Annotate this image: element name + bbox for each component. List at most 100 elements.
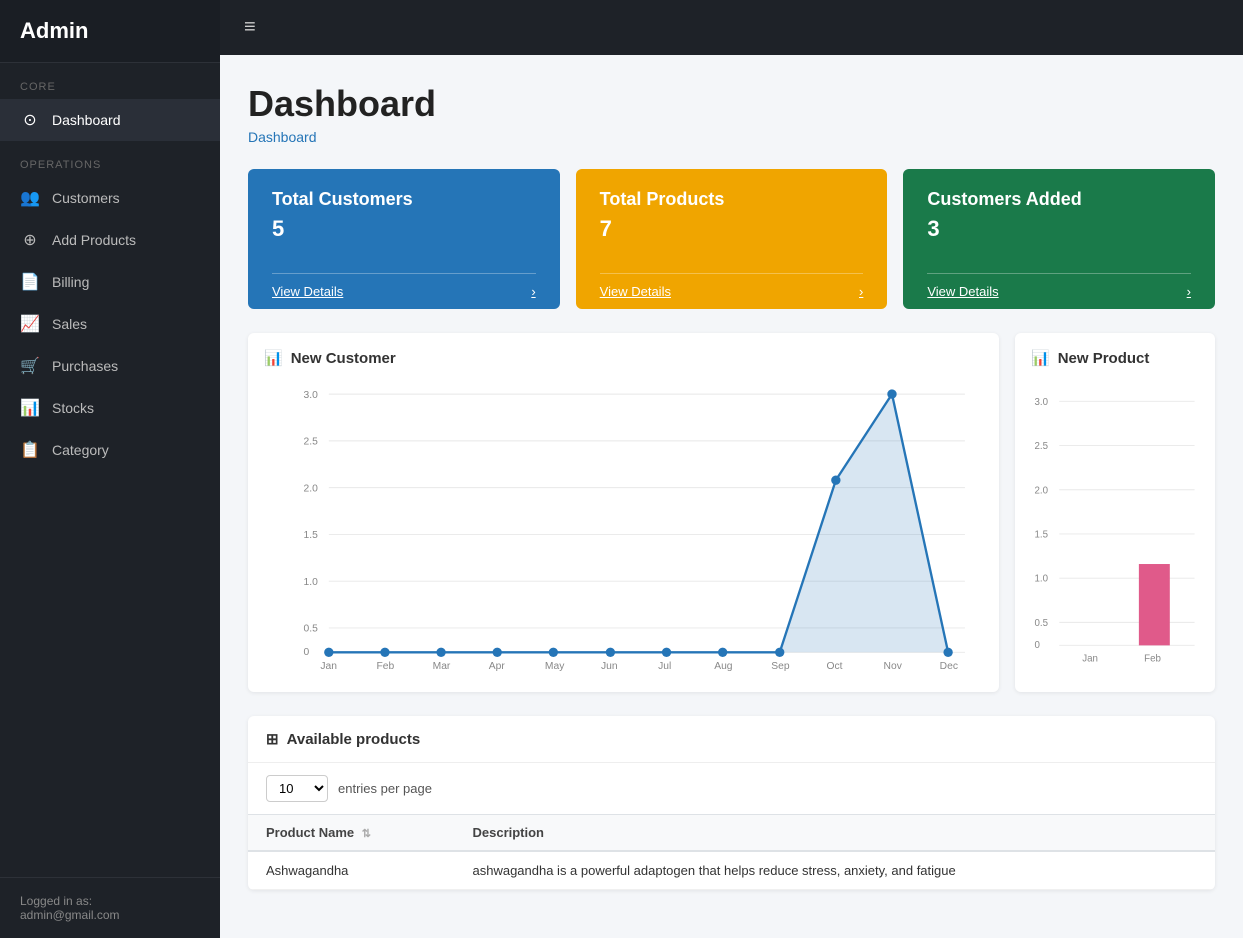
add-products-icon: ⊕ [20,230,40,250]
sidebar-footer: Logged in as: admin@gmail.com [0,877,220,938]
stat-card-footer-products[interactable]: View Details › [600,273,864,309]
chart-icon: 📊 [264,349,283,367]
sales-icon: 📈 [20,314,40,334]
logged-in-user: admin@gmail.com [20,908,200,922]
svg-text:1.5: 1.5 [1035,529,1049,540]
svg-text:0.5: 0.5 [1035,618,1049,629]
section-core-label: CORE [0,63,220,99]
svg-text:Mar: Mar [433,661,451,671]
stat-card-customers-added: Customers Added 3 View Details › [903,169,1215,309]
chevron-right-icon: › [531,284,535,299]
col-label: Description [472,825,544,840]
view-details-link: View Details [600,284,671,299]
sidebar-item-label: Stocks [52,400,94,416]
col-product-name[interactable]: Product Name ⇅ [248,815,454,852]
svg-text:1.0: 1.0 [1035,574,1049,585]
sidebar-item-label: Sales [52,316,87,332]
products-table-card: ⊞ Available products 10 25 50 100 entrie… [248,716,1215,890]
table-header: ⊞ Available products [248,716,1215,763]
view-details-link: View Details [927,284,998,299]
table-icon: ⊞ [266,730,279,748]
svg-text:Apr: Apr [489,661,506,671]
sidebar-item-label: Billing [52,274,89,290]
cell-product-name: Ashwagandha [248,851,454,890]
col-label: Product Name [266,825,354,840]
sidebar-item-label: Dashboard [52,112,121,128]
svg-text:Oct: Oct [827,661,843,671]
svg-text:2.0: 2.0 [304,483,319,494]
page-title: Dashboard [248,83,1215,125]
svg-text:0: 0 [1035,640,1041,651]
stat-card-title: Customers Added [927,189,1191,210]
stat-cards: Total Customers 5 View Details › Total P… [248,169,1215,309]
svg-text:Aug: Aug [714,661,733,671]
svg-text:Jan: Jan [320,661,337,671]
stat-card-value: 3 [927,216,1191,242]
app-logo: Admin [0,0,220,63]
sidebar-item-purchases[interactable]: 🛒 Purchases [0,345,220,387]
svg-text:May: May [545,661,565,671]
cell-description: ashwagandha is a powerful adaptogen that… [454,851,1215,890]
col-description[interactable]: Description [454,815,1215,852]
stat-card-title: Total Products [600,189,864,210]
svg-text:0: 0 [304,647,310,658]
section-operations-label: OPERATIONS [0,141,220,177]
sidebar-item-billing[interactable]: 📄 Billing [0,261,220,303]
svg-text:2.5: 2.5 [304,437,319,448]
stat-card-title: Total Customers [272,189,536,210]
svg-text:2.5: 2.5 [1035,441,1049,452]
svg-text:Jul: Jul [658,661,671,671]
table-header-row: Product Name ⇅ Description [248,815,1215,852]
sidebar-item-customers[interactable]: 👥 Customers [0,177,220,219]
hamburger-icon[interactable]: ≡ [244,16,256,39]
stat-card-footer-added[interactable]: View Details › [927,273,1191,309]
sidebar-item-category[interactable]: 📋 Category [0,429,220,471]
new-product-chart-title: 📊 New Product [1031,349,1199,367]
sidebar-item-label: Add Products [52,232,136,248]
table-row: Ashwagandha ashwagandha is a powerful ad… [248,851,1215,890]
entries-label: entries per page [338,781,432,796]
category-icon: 📋 [20,440,40,460]
sidebar: Admin CORE ⊙ Dashboard OPERATIONS 👥 Cust… [0,0,220,938]
dashboard-icon: ⊙ [20,110,40,130]
logged-in-label: Logged in as: [20,894,200,908]
main-content: ≡ Dashboard Dashboard Total Customers 5 … [220,0,1243,938]
sidebar-item-label: Category [52,442,109,458]
svg-text:Sep: Sep [771,661,790,671]
sidebar-item-label: Customers [52,190,120,206]
new-product-svg: 3.0 2.5 2.0 1.5 1.0 0.5 0 [1031,381,1199,671]
stat-card-value: 5 [272,216,536,242]
sidebar-item-dashboard[interactable]: ⊙ Dashboard [0,99,220,141]
svg-text:Feb: Feb [377,661,395,671]
svg-text:Jan: Jan [1082,653,1098,664]
svg-text:Jun: Jun [601,661,618,671]
stat-card-value: 7 [600,216,864,242]
table-controls: 10 25 50 100 entries per page [248,763,1215,814]
entries-per-page-select[interactable]: 10 25 50 100 [266,775,328,802]
svg-text:0.5: 0.5 [304,624,319,635]
svg-text:Nov: Nov [884,661,903,671]
chevron-right-icon: › [1187,284,1191,299]
chart-label: New Product [1058,350,1150,367]
sidebar-item-stocks[interactable]: 📊 Stocks [0,387,220,429]
new-customer-svg: 3.0 2.5 2.0 1.5 1.0 0.5 0 [264,381,983,671]
sidebar-item-add-products[interactable]: ⊕ Add Products [0,219,220,261]
svg-text:1.0: 1.0 [304,577,319,588]
chart-label: New Customer [291,350,396,367]
sidebar-item-sales[interactable]: 📈 Sales [0,303,220,345]
stocks-icon: 📊 [20,398,40,418]
purchases-icon: 🛒 [20,356,40,376]
chevron-right-icon: › [859,284,863,299]
new-customer-chart-title: 📊 New Customer [264,349,983,367]
svg-text:2.0: 2.0 [1035,485,1049,496]
new-customer-chart: 📊 New Customer 3.0 2.5 2.0 1.5 1.0 0.5 0 [248,333,999,692]
stat-card-footer-customers[interactable]: View Details › [272,273,536,309]
charts-row: 📊 New Customer 3.0 2.5 2.0 1.5 1.0 0.5 0 [248,333,1215,692]
products-table: Product Name ⇅ Description Ashwagandha a… [248,814,1215,890]
customers-icon: 👥 [20,188,40,208]
billing-icon: 📄 [20,272,40,292]
svg-text:Feb: Feb [1144,653,1161,664]
stat-card-total-customers: Total Customers 5 View Details › [248,169,560,309]
page-content: Dashboard Dashboard Total Customers 5 Vi… [220,55,1243,910]
sort-icon: ⇅ [362,828,371,840]
